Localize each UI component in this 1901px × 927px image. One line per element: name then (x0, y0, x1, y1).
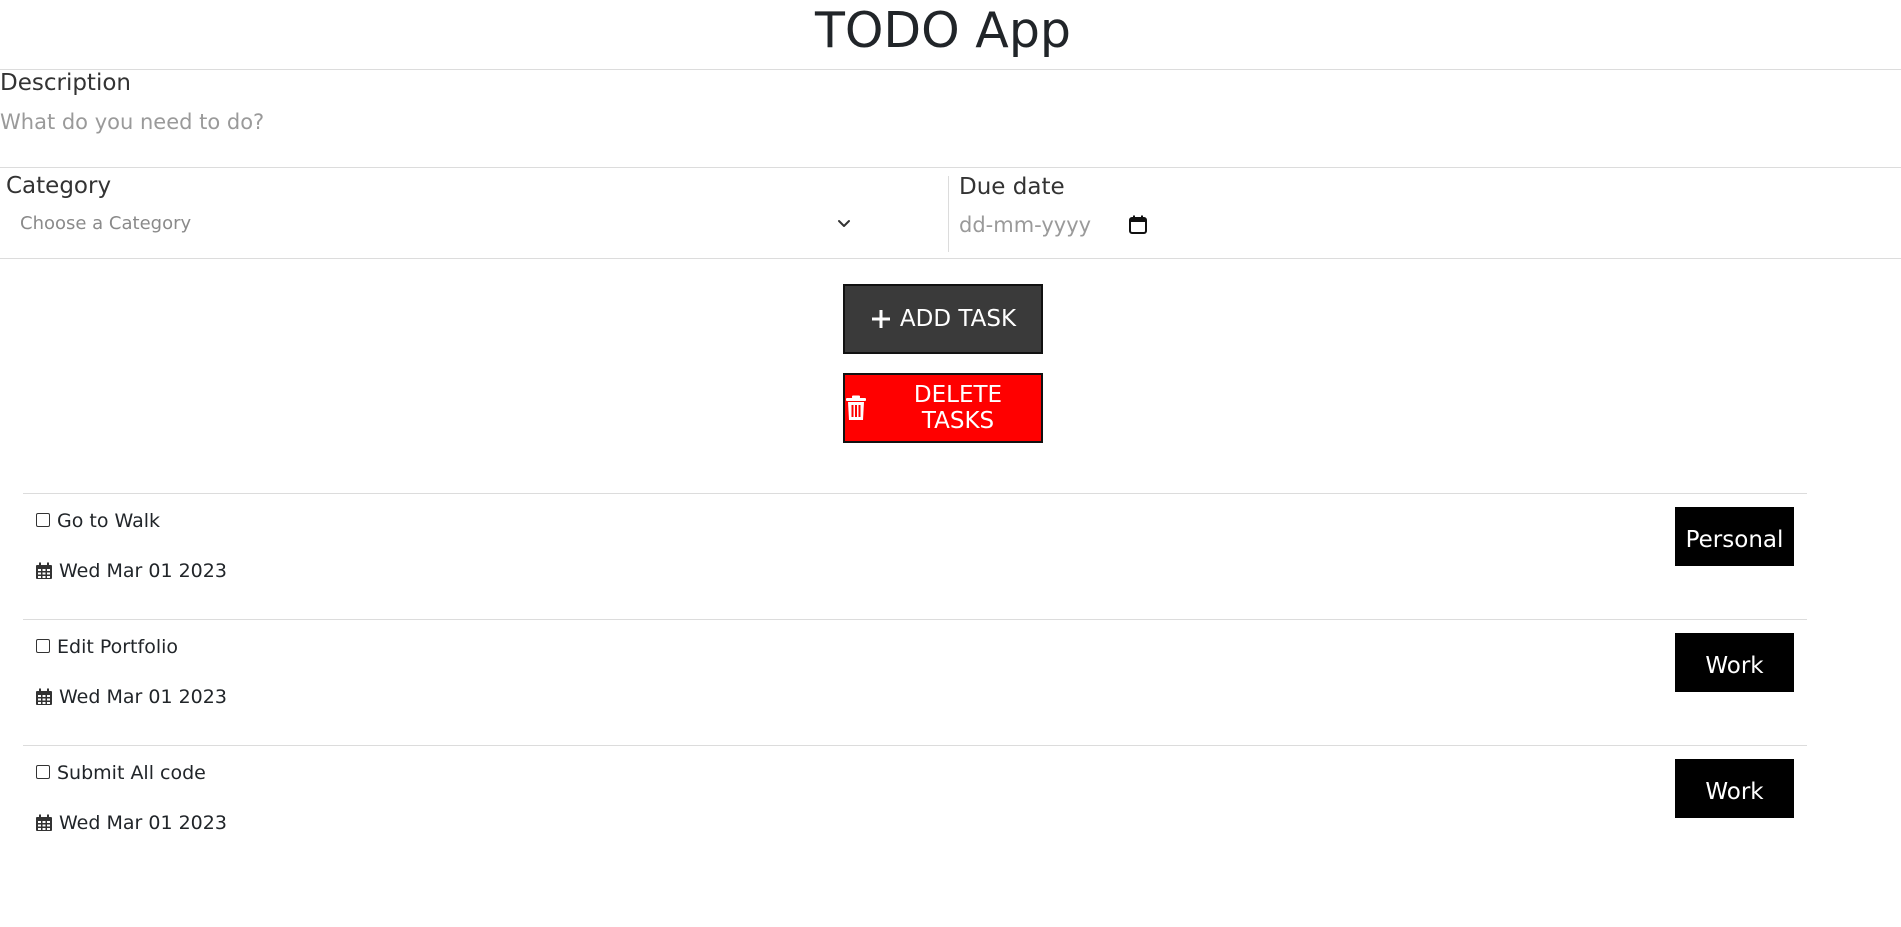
divider (948, 176, 949, 252)
calendar-icon (35, 688, 53, 706)
task-checkbox[interactable] (36, 765, 50, 779)
task-date-row: Wed Mar 01 2023 (35, 686, 227, 708)
task-category-badge: Work (1675, 633, 1794, 692)
due-date-input[interactable]: dd-mm-yyyy (959, 208, 1149, 242)
category-select-placeholder: Choose a Category (20, 212, 192, 234)
category-label: Category (6, 173, 112, 199)
due-date-placeholder: dd-mm-yyyy (959, 213, 1092, 237)
task-date: Wed Mar 01 2023 (59, 686, 227, 708)
task-date: Wed Mar 01 2023 (59, 560, 227, 582)
divider (0, 167, 1901, 168)
task-category-badge: Personal (1675, 507, 1794, 566)
task-item: Go to Walk Wed Mar 01 2023 Personal (23, 493, 1807, 619)
task-description: Go to Walk (57, 510, 160, 532)
task-list: Go to Walk Wed Mar 01 2023 Personal Edit… (23, 493, 1807, 871)
delete-tasks-button[interactable]: DELETE TASKS (843, 373, 1043, 443)
calendar-icon (35, 562, 53, 580)
due-date-label: Due date (959, 174, 1065, 200)
task-item: Submit All code Wed Mar 01 2023 Work (23, 745, 1807, 871)
task-description: Submit All code (57, 762, 206, 784)
trash-icon (845, 395, 867, 421)
calendar-icon[interactable] (1127, 214, 1149, 236)
task-item: Edit Portfolio Wed Mar 01 2023 Work (23, 619, 1807, 745)
plus-icon (870, 308, 892, 330)
task-date-row: Wed Mar 01 2023 (35, 812, 227, 834)
calendar-icon (35, 814, 53, 832)
description-label: Description (0, 70, 131, 96)
task-date: Wed Mar 01 2023 (59, 812, 227, 834)
add-task-label: ADD TASK (899, 306, 1017, 332)
app-title: TODO App (814, 2, 1072, 59)
delete-tasks-label: DELETE TASKS (913, 382, 1003, 434)
category-select[interactable]: Choose a Category (8, 205, 860, 241)
add-task-button[interactable]: ADD TASK (843, 284, 1043, 354)
description-input[interactable] (0, 105, 1880, 139)
divider (0, 69, 1901, 70)
chevron-down-icon (836, 215, 852, 231)
divider (0, 258, 1901, 259)
task-checkbox[interactable] (36, 513, 50, 527)
task-checkbox[interactable] (36, 639, 50, 653)
task-date-row: Wed Mar 01 2023 (35, 560, 227, 582)
task-category-badge: Work (1675, 759, 1794, 818)
task-description: Edit Portfolio (57, 636, 178, 658)
